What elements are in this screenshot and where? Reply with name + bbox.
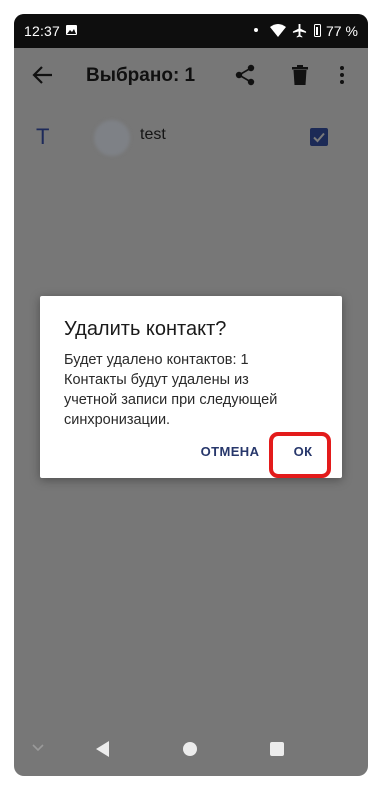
dialog-message: Будет удалено контактов: 1 Контакты буду… [64, 350, 324, 430]
chevron-down-icon[interactable] [32, 744, 44, 752]
contact-checkbox[interactable] [310, 128, 328, 146]
app-bar: Выбрано: 1 [14, 48, 368, 104]
contact-section-letter: T [36, 124, 50, 149]
checkmark-icon [313, 132, 325, 143]
dialog-title: Удалить контакт? [64, 318, 227, 340]
back-arrow-icon[interactable] [32, 64, 54, 86]
airplane-icon [292, 23, 307, 38]
delete-contact-dialog: Удалить контакт? Будет удалено контактов… [40, 296, 342, 478]
contact-avatar [94, 120, 130, 156]
share-icon[interactable] [235, 64, 255, 86]
phone-screen: 12:37 77 % Выбрано: 1 T test Удалить кон… [14, 14, 368, 776]
contact-list-item[interactable]: T test [14, 106, 368, 166]
selection-title: Выбрано: 1 [86, 65, 196, 86]
nav-home-icon[interactable] [183, 742, 197, 756]
cancel-button[interactable]: ОТМЕНА [190, 436, 270, 468]
dialog-message-line: синхронизации. [64, 412, 171, 428]
nav-recents-icon[interactable] [270, 742, 284, 756]
status-time: 12:37 [24, 23, 61, 39]
image-icon [66, 25, 77, 35]
ok-button[interactable]: ОК [278, 436, 328, 468]
notification-dot-icon [254, 28, 258, 32]
status-bar: 12:37 77 % [14, 14, 368, 48]
battery-level: 77 % [326, 23, 358, 39]
trash-icon[interactable] [292, 65, 308, 85]
nav-back-icon[interactable] [96, 741, 110, 757]
navigation-bar [14, 722, 368, 776]
dialog-message-line: Контакты будут удалены из [64, 372, 249, 388]
dialog-message-line: учетной записи при следующей [64, 392, 278, 408]
battery-icon [314, 24, 321, 37]
contact-name: test [140, 126, 166, 143]
overflow-menu-icon[interactable] [340, 66, 344, 84]
dialog-message-line: Будет удалено контактов: 1 [64, 352, 249, 368]
wifi-icon [270, 24, 286, 37]
